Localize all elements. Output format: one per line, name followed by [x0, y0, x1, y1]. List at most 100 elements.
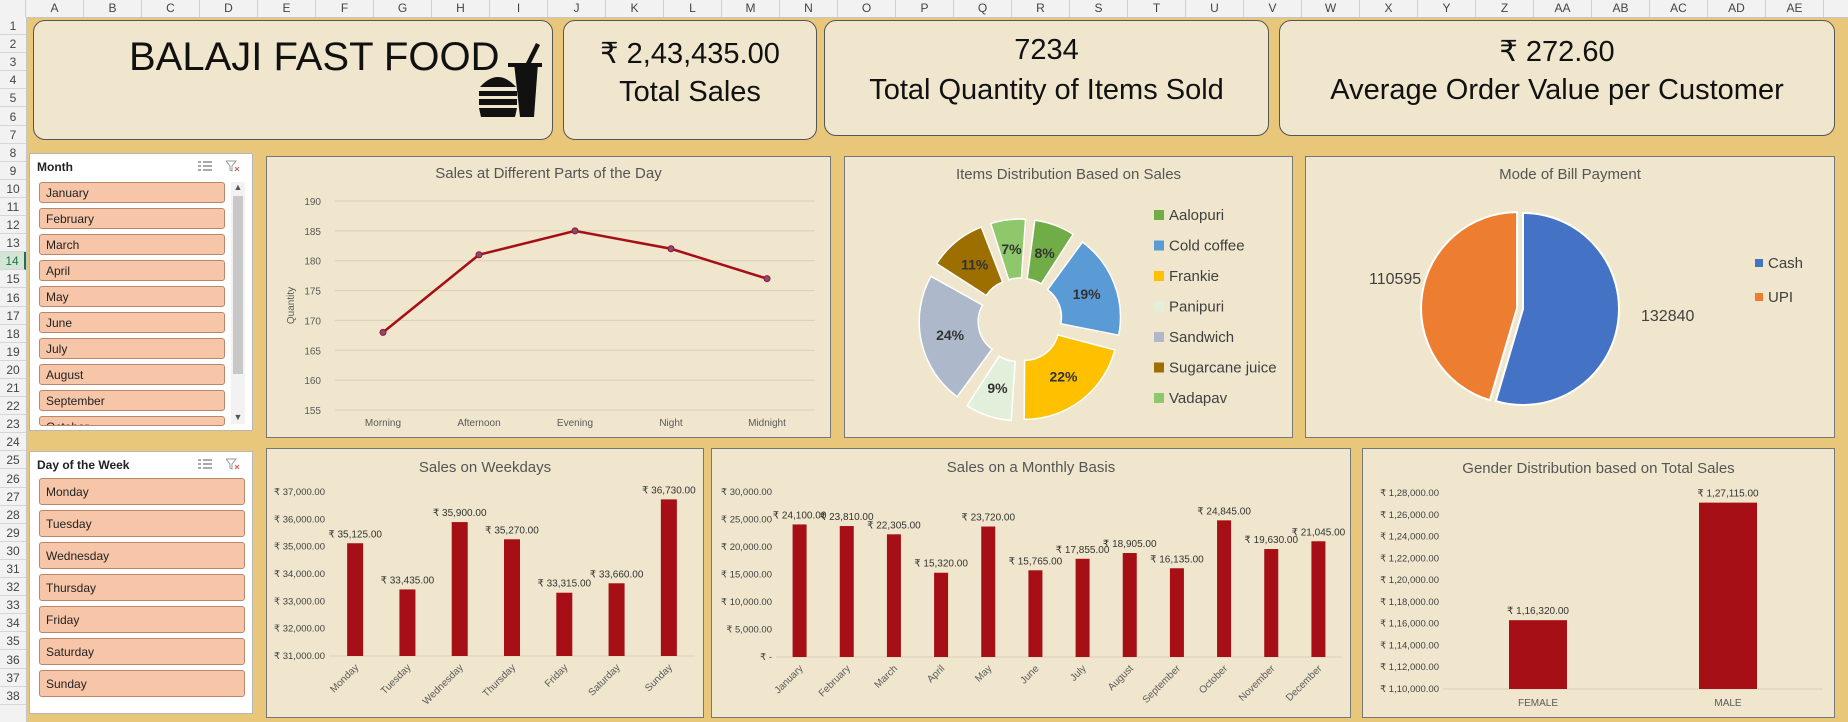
row-header-31[interactable]: 31	[0, 560, 26, 579]
row-header-23[interactable]: 23	[0, 415, 26, 434]
y-tick-label: ₹ 34,000.00	[274, 569, 325, 580]
column-header-ab[interactable]: AB	[1592, 0, 1650, 17]
row-header-7[interactable]: 7	[0, 126, 26, 144]
day-slicer-item[interactable]: Wednesday	[39, 542, 245, 569]
multi-select-icon[interactable]	[198, 458, 212, 470]
column-header-r[interactable]: R	[1012, 0, 1070, 17]
month-slicer[interactable]: Month January February March April May June Ju…	[29, 153, 253, 431]
scrollbar-thumb[interactable]	[233, 196, 243, 374]
column-header-ae[interactable]: AE	[1766, 0, 1824, 17]
row-header-33[interactable]: 33	[0, 596, 26, 615]
column-header-n[interactable]: N	[780, 0, 838, 17]
day-slicer-item[interactable]: Thursday	[39, 574, 245, 601]
column-header-ad[interactable]: AD	[1708, 0, 1766, 17]
day-slicer[interactable]: Day of the Week Monday Tuesday Wednesday Th…	[29, 451, 253, 714]
column-header-d[interactable]: D	[200, 0, 258, 17]
column-header-a[interactable]: A	[26, 0, 84, 17]
row-header-3[interactable]: 3	[0, 53, 26, 72]
column-header-k[interactable]: K	[606, 0, 664, 17]
row-header-27[interactable]: 27	[0, 488, 26, 506]
column-header-j[interactable]: J	[548, 0, 606, 17]
row-header-18[interactable]: 18	[0, 325, 26, 343]
row-header-5[interactable]: 5	[0, 89, 26, 108]
column-header-h[interactable]: H	[432, 0, 490, 17]
column-header-l[interactable]: L	[664, 0, 722, 17]
column-header-s[interactable]: S	[1070, 0, 1128, 17]
items-distribution-donut-chart: 8% 19% 22% 9% 24% 11% 7% Aalopuri Cold coffee Fra…	[918, 207, 1277, 422]
column-header-o[interactable]: O	[838, 0, 896, 17]
column-header-v[interactable]: V	[1244, 0, 1302, 17]
row-header-28[interactable]: 28	[0, 506, 26, 524]
row-header-32[interactable]: 32	[0, 578, 26, 597]
row-header-2[interactable]: 2	[0, 35, 26, 54]
column-header-y[interactable]: Y	[1418, 0, 1476, 17]
row-header-4[interactable]: 4	[0, 71, 26, 90]
column-header-w[interactable]: W	[1302, 0, 1360, 17]
month-slicer-item[interactable]: September	[39, 390, 225, 411]
multi-select-icon[interactable]	[198, 160, 212, 172]
row-header-19[interactable]: 19	[0, 343, 26, 361]
row-header-30[interactable]: 30	[0, 542, 26, 560]
row-header-20[interactable]: 20	[0, 361, 26, 379]
row-header-37[interactable]: 37	[0, 669, 26, 687]
month-slicer-scrollbar[interactable]: ▲ ▼	[231, 182, 245, 424]
month-slicer-item[interactable]: May	[39, 286, 225, 307]
row-header-25[interactable]: 25	[0, 451, 26, 470]
row-header-36[interactable]: 36	[0, 651, 26, 669]
day-slicer-item[interactable]: Friday	[39, 606, 245, 633]
row-header-16[interactable]: 16	[0, 289, 26, 307]
row-header-17[interactable]: 17	[0, 307, 26, 325]
row-header-24[interactable]: 24	[0, 433, 26, 452]
row-header-6[interactable]: 6	[0, 108, 26, 126]
scroll-down-icon[interactable]: ▼	[231, 412, 245, 424]
column-header-aa[interactable]: AA	[1534, 0, 1592, 17]
row-header-29[interactable]: 29	[0, 524, 26, 542]
clear-filter-icon[interactable]	[226, 458, 240, 470]
column-header-x[interactable]: X	[1360, 0, 1418, 17]
column-header-b[interactable]: B	[84, 0, 142, 17]
row-header-12[interactable]: 12	[0, 216, 26, 235]
row-header-9[interactable]: 9	[0, 162, 26, 180]
column-header-p[interactable]: P	[896, 0, 954, 17]
column-header-ac[interactable]: AC	[1650, 0, 1708, 17]
clear-filter-icon[interactable]	[226, 160, 240, 172]
column-header-g[interactable]: G	[374, 0, 432, 17]
scroll-up-icon[interactable]: ▲	[231, 182, 245, 194]
row-header-38[interactable]: 38	[0, 687, 26, 705]
row-header-1[interactable]: 1	[0, 17, 26, 36]
day-slicer-item[interactable]: Tuesday	[39, 510, 245, 537]
select-all-corner[interactable]	[0, 0, 26, 17]
row-header-11[interactable]: 11	[0, 198, 26, 217]
column-header-i[interactable]: I	[490, 0, 548, 17]
row-header-10[interactable]: 10	[0, 180, 26, 198]
legend-swatch	[1154, 240, 1164, 251]
month-slicer-item[interactable]: January	[39, 182, 225, 203]
day-slicer-item[interactable]: Sunday	[39, 670, 245, 697]
row-header-15[interactable]: 15	[0, 270, 26, 289]
column-header-u[interactable]: U	[1186, 0, 1244, 17]
month-slicer-item[interactable]: July	[39, 338, 225, 359]
row-header-22[interactable]: 22	[0, 397, 26, 416]
column-header-q[interactable]: Q	[954, 0, 1012, 17]
day-slicer-item[interactable]: Monday	[39, 478, 245, 505]
row-header-35[interactable]: 35	[0, 632, 26, 651]
month-slicer-item[interactable]: August	[39, 364, 225, 385]
row-header-8[interactable]: 8	[0, 144, 26, 162]
column-header-z[interactable]: Z	[1476, 0, 1534, 17]
month-slicer-item[interactable]: June	[39, 312, 225, 333]
column-header-e[interactable]: E	[258, 0, 316, 17]
row-header-14[interactable]: 14	[0, 252, 26, 271]
day-slicer-item[interactable]: Saturday	[39, 638, 245, 665]
column-header-m[interactable]: M	[722, 0, 780, 17]
row-header-21[interactable]: 21	[0, 379, 26, 398]
month-slicer-item[interactable]: March	[39, 234, 225, 255]
column-header-f[interactable]: F	[316, 0, 374, 17]
month-slicer-item[interactable]: February	[39, 208, 225, 229]
row-header-34[interactable]: 34	[0, 614, 26, 633]
month-slicer-item[interactable]: October	[39, 416, 225, 426]
row-header-13[interactable]: 13	[0, 234, 26, 253]
month-slicer-item[interactable]: April	[39, 260, 225, 281]
column-header-c[interactable]: C	[142, 0, 200, 17]
column-header-t[interactable]: T	[1128, 0, 1186, 17]
row-header-26[interactable]: 26	[0, 470, 26, 488]
